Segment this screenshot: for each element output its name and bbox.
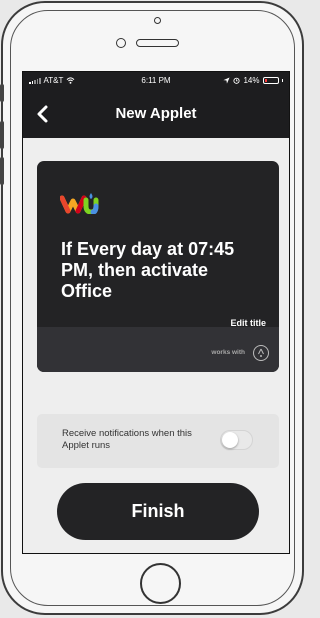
volume-up-button bbox=[0, 121, 4, 149]
notification-toggle[interactable] bbox=[220, 430, 253, 450]
applet-card: If Every day at 07:45 PM, then activate … bbox=[37, 161, 279, 372]
card-footer: works with bbox=[37, 327, 279, 372]
status-right: 14% bbox=[223, 76, 283, 85]
battery-percent: 14% bbox=[243, 76, 260, 85]
home-button[interactable] bbox=[140, 563, 181, 604]
volume-down-button bbox=[0, 157, 4, 185]
location-icon bbox=[223, 77, 231, 84]
battery-tip bbox=[281, 79, 283, 82]
finish-button[interactable]: Finish bbox=[57, 483, 259, 540]
toggle-knob bbox=[222, 432, 238, 448]
applet-title: If Every day at 07:45 PM, then activate … bbox=[61, 239, 235, 301]
notification-label: Receive notifications when this Applet r… bbox=[62, 428, 192, 451]
nav-bar: New Applet bbox=[23, 89, 289, 138]
works-with-label: works with bbox=[211, 349, 245, 356]
service-connection-icon bbox=[253, 345, 269, 361]
notification-setting: Receive notifications when this Applet r… bbox=[37, 414, 279, 468]
earpiece-speaker bbox=[136, 39, 179, 47]
page-title: New Applet bbox=[115, 105, 197, 122]
mute-switch bbox=[0, 84, 4, 102]
alarm-icon bbox=[233, 77, 241, 84]
battery-icon bbox=[262, 77, 279, 84]
app-screen: AT&T 6:11 PM 14% New Applet If Every day… bbox=[22, 71, 290, 554]
wu-logo-icon bbox=[60, 193, 99, 214]
sensor-icon bbox=[154, 17, 161, 24]
front-camera-icon bbox=[116, 38, 126, 48]
status-bar: AT&T 6:11 PM 14% bbox=[23, 72, 289, 89]
